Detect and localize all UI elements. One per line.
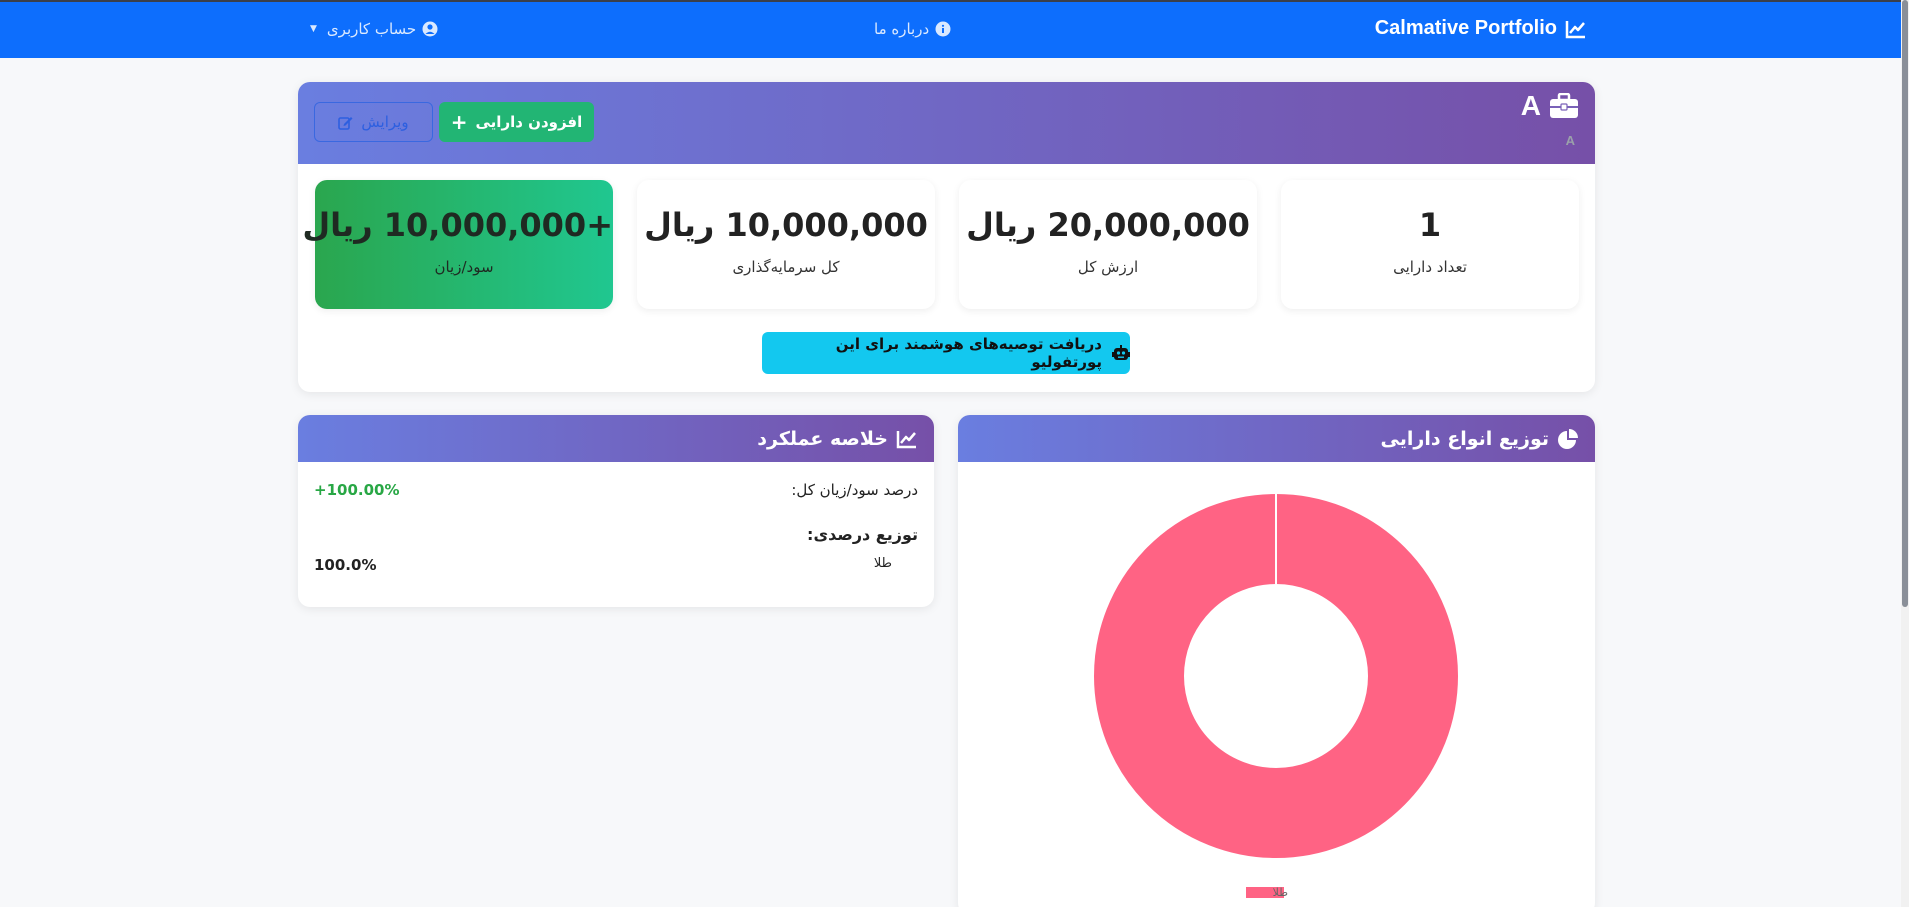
scrollbar-thumb[interactable] (1902, 0, 1908, 607)
chart-line-icon (896, 429, 918, 449)
add-asset-label: افزودن دارایی (475, 113, 583, 131)
stat-asset-count: 1 تعداد دارایی (1281, 180, 1579, 309)
asset-distribution-chart: طلا (1094, 494, 1458, 899)
stat-total-value: 20,000,000 ریال ارزش کل (959, 180, 1257, 309)
summary-title: خلاصه عملکرد (757, 427, 888, 450)
summary-header: خلاصه عملکرد (298, 415, 934, 462)
brand-label: Calmative Portfolio (1374, 17, 1557, 39)
total-value-value: 20,000,000 ریال (966, 206, 1250, 244)
plus-icon: + (450, 110, 468, 134)
page-scrollbar[interactable] (1901, 0, 1909, 907)
chart-line-icon (1565, 19, 1587, 39)
pie-chart-icon (1557, 428, 1579, 450)
edit-label: ویرایش (361, 113, 409, 131)
brand-link[interactable]: Calmative Portfolio (1375, 17, 1587, 40)
navbar: Calmative Portfolio درباره ما حساب کاربر… (0, 0, 1901, 58)
add-asset-button[interactable]: افزودن دارایی + (439, 102, 594, 142)
legend-label[interactable]: طلا (1273, 886, 1289, 899)
total-value-label: ارزش کل (1077, 258, 1139, 276)
edit-portfolio-button[interactable]: ویرایش (314, 102, 433, 142)
robot-icon (1112, 345, 1130, 361)
asset-count-label: تعداد دارایی (1393, 258, 1467, 276)
portfolio-title: A (1521, 90, 1579, 122)
profit-loss-label: سود/زیان (434, 258, 494, 276)
percent-distribution-title: توزیع درصدی: (807, 525, 918, 544)
asset-distribution-card: توزیع انواع دارایی طلا (958, 415, 1595, 907)
total-pl-value: +100.00% (314, 481, 400, 499)
nav-about-label: درباره ما (874, 20, 930, 38)
distribution-header: توزیع انواع دارایی (958, 415, 1595, 462)
total-investment-value: 10,000,000 ریال (644, 206, 928, 244)
briefcase-icon (1549, 93, 1579, 119)
distribution-title: توزیع انواع دارایی (1380, 427, 1549, 450)
profit-loss-value: +10,000,000 ریال (302, 206, 613, 244)
asset-count-value: 1 (1418, 206, 1442, 244)
account-label: حساب کاربری (326, 20, 417, 38)
ai-button-label: دریافت توصیه‌های هوشمند برای این پورتفول… (835, 335, 1102, 371)
total-pl-label: درصد سود/زیان کل: (791, 481, 918, 499)
portfolio-card: A A افزودن دارایی + ویرایش 1 تعداد دارای… (298, 82, 1595, 392)
user-circle-icon (422, 21, 438, 37)
portfolio-name: A (1520, 90, 1541, 121)
ai-recommendations-button[interactable]: دریافت توصیه‌های هوشمند برای این پورتفول… (762, 332, 1130, 374)
stat-total-investment: 10,000,000 ریال کل سرمایه‌گذاری (637, 180, 935, 309)
asset-type-name: طلا (873, 556, 892, 571)
edit-icon (338, 115, 353, 130)
stat-profit-loss: +10,000,000 ریال سود/زیان (302, 180, 613, 309)
account-dropdown[interactable]: حساب کاربری ▼ (310, 20, 438, 38)
nav-about-link[interactable]: درباره ما (874, 20, 951, 38)
performance-summary-card: خلاصه عملکرد درصد سود/زیان کل: +100.00% … (298, 415, 934, 607)
info-circle-icon (935, 21, 951, 37)
portfolio-header: A A افزودن دارایی + ویرایش (298, 82, 1595, 164)
caret-down-icon: ▼ (310, 24, 317, 34)
asset-type-percent: 100.0% (314, 556, 377, 574)
total-investment-label: کل سرمایه‌گذاری (732, 258, 840, 276)
portfolio-description: A (1565, 133, 1575, 148)
